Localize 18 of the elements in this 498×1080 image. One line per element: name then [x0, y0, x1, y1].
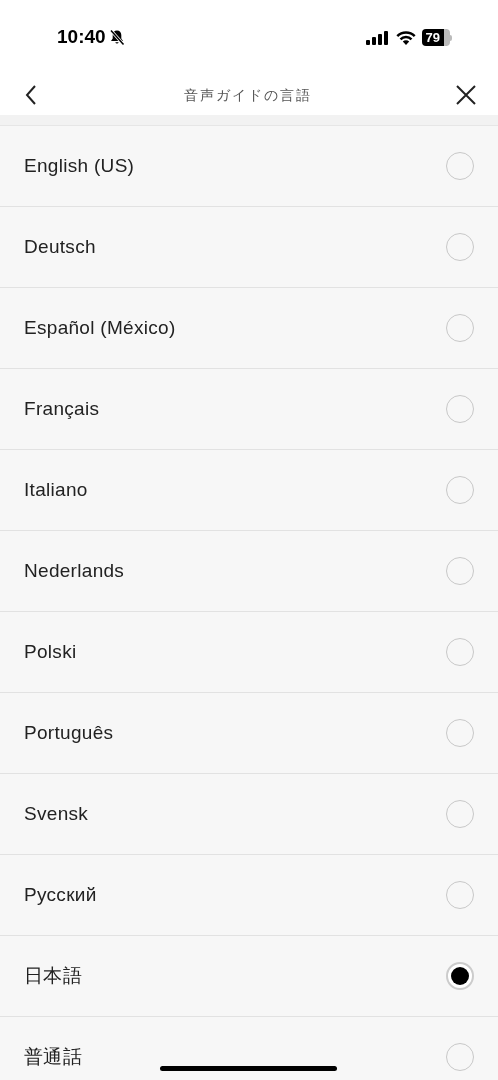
language-option[interactable]: Español (México)	[0, 288, 498, 369]
radio-button[interactable]	[446, 962, 474, 990]
language-option[interactable]: Русский	[0, 855, 498, 936]
close-button[interactable]	[454, 83, 478, 107]
language-option[interactable]: Português	[0, 693, 498, 774]
status-time: 10:40	[57, 25, 106, 50]
language-option[interactable]: 日本語	[0, 936, 498, 1017]
wifi-icon	[395, 30, 416, 45]
language-option[interactable]: Deutsch	[0, 207, 498, 288]
signal-icon	[365, 30, 390, 45]
language-option[interactable]: English (US)	[0, 126, 498, 207]
language-option[interactable]: Français	[0, 369, 498, 450]
language-option[interactable]: Svensk	[0, 774, 498, 855]
battery-icon: 79	[421, 29, 452, 46]
language-option[interactable]: Polski	[0, 612, 498, 693]
language-option[interactable]: Italiano	[0, 450, 498, 531]
language-option[interactable]: Nederlands	[0, 531, 498, 612]
screen-title: 音声ガイドの言語	[184, 85, 312, 105]
